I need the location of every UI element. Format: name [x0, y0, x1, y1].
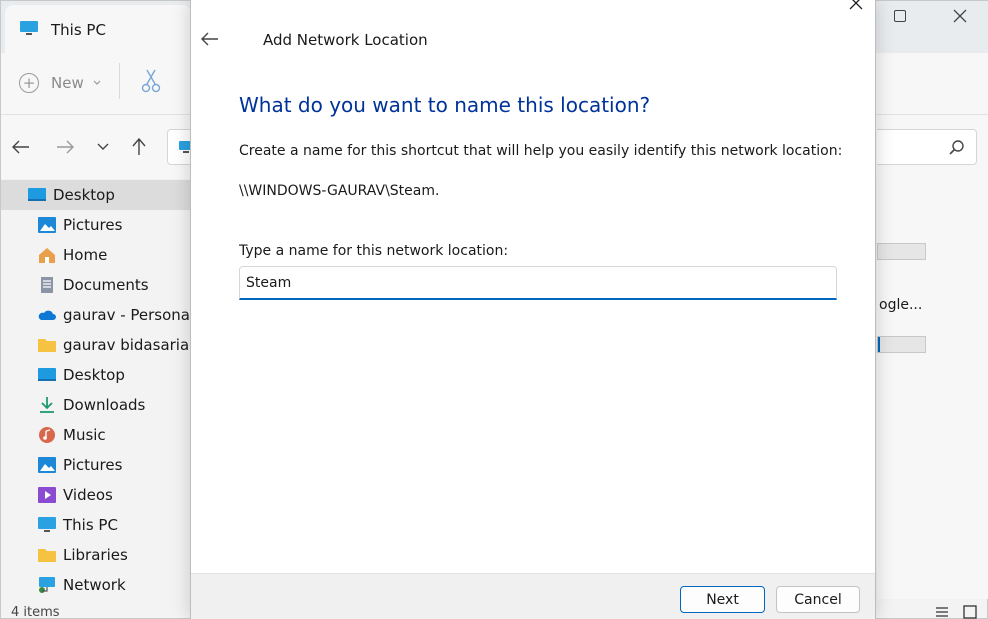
sidebar-item-downloads[interactable]: Downloads [1, 390, 191, 420]
dialog-back-button[interactable] [199, 28, 221, 50]
drive-usage-bar [877, 336, 926, 353]
sidebar-item-desktop[interactable]: Desktop [1, 180, 191, 210]
toolbar-divider [119, 63, 120, 99]
location-name-input[interactable] [239, 266, 837, 300]
details-view-icon[interactable] [935, 604, 949, 619]
pictures-icon [38, 217, 56, 233]
navigation-pane: Desktop Pictures Home Documents gaurav -… [1, 179, 194, 600]
folder-icon [38, 339, 56, 352]
back-button[interactable] [9, 135, 33, 159]
tab-this-pc[interactable]: This PC [5, 5, 191, 53]
sidebar-item-onedrive[interactable]: gaurav - Personal [1, 300, 194, 330]
maximize-icon [894, 10, 906, 22]
name-field-label: Type a name for this network location: [239, 243, 509, 259]
desktop-icon [28, 188, 46, 201]
up-button[interactable] [127, 135, 151, 159]
cut-icon[interactable] [139, 68, 163, 94]
sidebar-item-pictures-2[interactable]: Pictures [1, 450, 191, 480]
sidebar-item-music[interactable]: Music [1, 420, 191, 450]
network-icon [39, 577, 55, 593]
arrow-right-icon [57, 140, 74, 154]
new-label: New [51, 74, 84, 92]
drive-usage-bar [877, 243, 926, 260]
next-button[interactable]: Next [680, 586, 765, 613]
this-pc-icon [20, 21, 38, 35]
home-icon [39, 248, 55, 263]
arrow-left-icon [201, 32, 218, 46]
forward-button[interactable] [53, 135, 77, 159]
status-item-count: 4 items [11, 605, 60, 619]
videos-icon [38, 487, 56, 503]
chevron-down-icon [97, 143, 109, 150]
onedrive-icon [38, 310, 56, 320]
sidebar-item-documents[interactable]: Documents [1, 270, 191, 300]
drive-label: ogle... [879, 297, 923, 313]
new-button[interactable]: + New [19, 70, 102, 96]
sidebar-item-desktop-2[interactable]: Desktop [1, 360, 191, 390]
content-area [877, 179, 988, 599]
desktop-icon [38, 368, 56, 381]
sidebar-item-pictures[interactable]: Pictures [1, 210, 191, 240]
tiles-view-icon[interactable] [963, 604, 977, 619]
dialog-title: Add Network Location [263, 31, 428, 49]
close-icon [849, 0, 863, 10]
maximize-button[interactable] [877, 3, 923, 29]
search-box[interactable] [877, 129, 977, 165]
dialog-description: Create a name for this shortcut that wil… [239, 143, 843, 159]
tab-label: This PC [51, 21, 106, 39]
arrow-left-icon [12, 140, 29, 154]
this-pc-icon [38, 517, 56, 532]
downloads-icon [40, 397, 54, 413]
add-network-location-dialog: Add Network Location What do you want to… [190, 0, 876, 619]
chevron-down-icon [93, 80, 101, 85]
sidebar-item-network[interactable]: Network [1, 570, 191, 600]
documents-icon [41, 277, 53, 293]
arrow-up-icon [132, 138, 146, 155]
dialog-footer: Next Cancel [191, 573, 875, 619]
window-close-button[interactable] [937, 3, 983, 29]
sidebar-item-gaurav-bidasaria[interactable]: gaurav bidasaria [1, 330, 191, 360]
sidebar-item-libraries[interactable]: Libraries [1, 540, 191, 570]
sidebar-item-home[interactable]: Home [1, 240, 191, 270]
recent-locations-button[interactable] [91, 135, 115, 159]
plus-icon: + [19, 73, 39, 93]
dialog-heading: What do you want to name this location? [239, 93, 651, 117]
dialog-close-button[interactable] [849, 0, 863, 15]
network-path: \\WINDOWS-GAURAV\Steam. [239, 183, 440, 199]
sidebar-item-videos[interactable]: Videos [1, 480, 191, 510]
libraries-icon [38, 549, 56, 562]
cancel-button[interactable]: Cancel [776, 586, 860, 613]
search-icon [949, 140, 964, 155]
pictures-icon [38, 457, 56, 473]
close-icon [953, 9, 967, 23]
music-icon [39, 427, 55, 443]
sidebar-item-this-pc[interactable]: This PC [1, 510, 191, 540]
